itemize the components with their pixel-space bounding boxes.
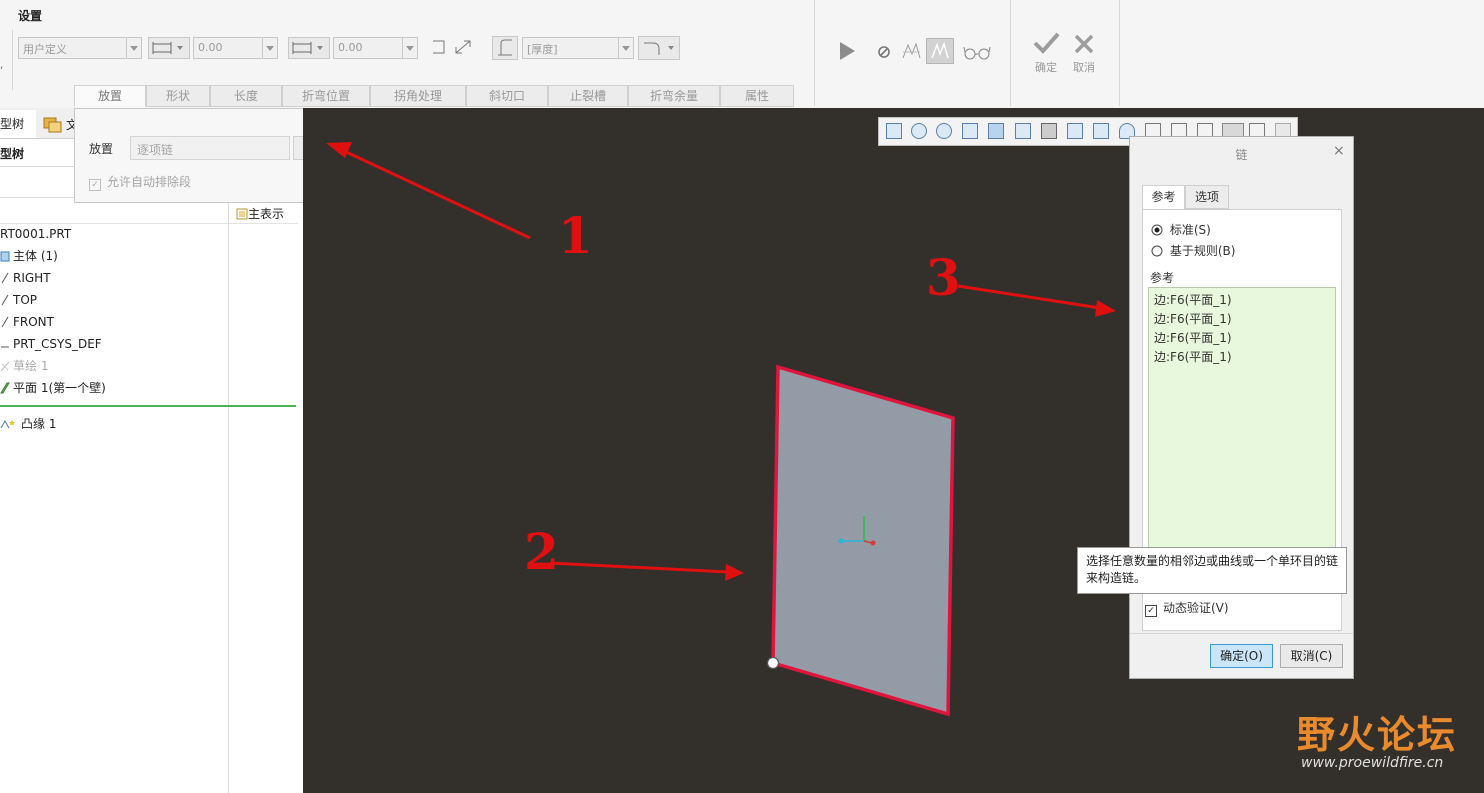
list-item[interactable]: 边:F6(平面_1) bbox=[1154, 329, 1232, 348]
radio-icon bbox=[1151, 245, 1163, 257]
tooltip: 选择任意数量的相邻边或曲线或一个单环目的链 来构造链。 bbox=[1077, 547, 1347, 594]
annotation-label-1: 1 bbox=[558, 206, 593, 265]
tooltip-line-1: 选择任意数量的相邻边或曲线或一个单环目的链 bbox=[1086, 554, 1339, 568]
dynamic-verify-checkbox[interactable]: ✓ 动态验证(V) bbox=[1145, 599, 1229, 617]
annotation-arrow-3 bbox=[957, 284, 1116, 317]
watermark: 野火论坛 www.proewildfire.cn bbox=[1297, 712, 1458, 772]
list-item[interactable]: 边:F6(平面_1) bbox=[1154, 291, 1232, 310]
saved-views-icon[interactable] bbox=[1015, 123, 1031, 139]
radio-rule-label: 基于规则(B) bbox=[1169, 244, 1236, 258]
dialog-title: 链 bbox=[1235, 148, 1248, 162]
divider bbox=[1130, 633, 1353, 634]
list-item[interactable]: 边:F6(平面_1) bbox=[1154, 310, 1232, 329]
radio-standard-label: 标准(S) bbox=[1169, 223, 1211, 237]
dynamic-verify-label: 动态验证(V) bbox=[1163, 601, 1229, 615]
tab-references[interactable]: 参考 bbox=[1142, 185, 1185, 209]
radio-selected-icon bbox=[1151, 224, 1163, 236]
repaint-icon[interactable] bbox=[962, 123, 978, 139]
watermark-title: 野火论坛 bbox=[1297, 712, 1458, 757]
references-list[interactable]: 边:F6(平面_1) 边:F6(平面_1) 边:F6(平面_1) 边:F6(平面… bbox=[1148, 287, 1336, 549]
annotation-label-2: 2 bbox=[524, 522, 559, 581]
references-label: 参考 bbox=[1150, 271, 1175, 285]
radio-standard[interactable]: 标准(S) bbox=[1151, 221, 1211, 238]
zoom-in-icon[interactable] bbox=[911, 123, 927, 139]
dialog-close-icon[interactable]: × bbox=[1333, 143, 1345, 159]
annotation-arrow-2 bbox=[549, 561, 744, 581]
ok-button[interactable]: 确定(O) bbox=[1210, 644, 1273, 668]
annotation-label-3: 3 bbox=[926, 248, 961, 307]
tooltip-line-2: 来构造链。 bbox=[1086, 571, 1147, 585]
zoom-out-icon[interactable] bbox=[936, 123, 952, 139]
view-manager-icon[interactable] bbox=[1041, 123, 1057, 139]
checkbox-icon: ✓ bbox=[1145, 605, 1157, 617]
watermark-url: www.proewildfire.cn bbox=[1301, 755, 1444, 771]
cancel-dialog-button[interactable]: 取消(C) bbox=[1280, 644, 1343, 668]
perspective-icon[interactable] bbox=[1067, 123, 1083, 139]
tab-options[interactable]: 选项 bbox=[1185, 185, 1229, 209]
chain-start-point[interactable] bbox=[766, 656, 780, 670]
list-item[interactable]: 边:F6(平面_1) bbox=[1154, 348, 1232, 367]
section-icon[interactable] bbox=[1093, 123, 1109, 139]
radio-rule-based[interactable]: 基于规则(B) bbox=[1151, 242, 1235, 259]
display-style-icon[interactable] bbox=[988, 123, 1004, 139]
chain-dialog: 链 × 参考 选项 标准(S) 基于规则(B) 参考 边:F6(平面_1) 边:… bbox=[1129, 136, 1354, 679]
annotation-arrow-1 bbox=[326, 142, 531, 240]
refit-icon[interactable] bbox=[886, 123, 902, 139]
